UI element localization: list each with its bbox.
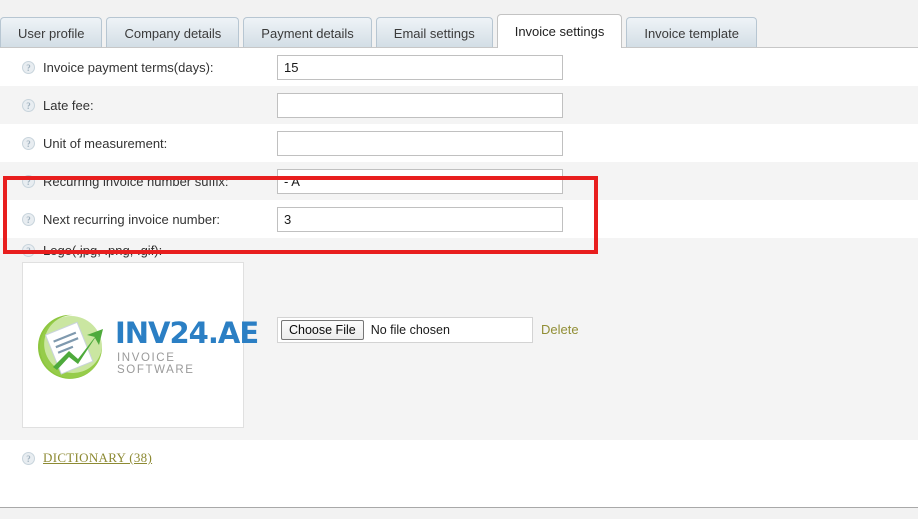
form-label: Recurring invoice number suffix: (43, 173, 229, 189)
form-row-next-recurring-number: ? Next recurring invoice number: (0, 200, 918, 238)
invoice-payment-terms-input[interactable] (277, 55, 563, 80)
form-row-recurring-suffix: ? Recurring invoice number suffix: (0, 162, 918, 200)
delete-logo-link[interactable]: Delete (541, 322, 579, 337)
form-label: Late fee: (43, 97, 94, 113)
logo-preview-box: INV24.AE INVOICE SOFTWARE (22, 262, 259, 428)
help-icon[interactable]: ? (22, 136, 35, 150)
choose-file-button[interactable]: Choose File (281, 320, 364, 340)
help-icon[interactable]: ? (22, 174, 35, 188)
logo-wordmark: INV24.AE (115, 316, 259, 350)
inv24-logo-icon: INV24.AE INVOICE SOFTWARE (33, 307, 259, 385)
logo-label: Logo(.jpg, .png, .gif): (43, 242, 163, 258)
form-row-late-fee: ? Late fee: (0, 86, 918, 124)
tab-label: Payment details (261, 26, 354, 41)
tab-user-profile[interactable]: User profile (0, 17, 103, 48)
tab-bar: User profile Company details Payment det… (0, 14, 918, 49)
dictionary-link[interactable]: DICTIONARY (38) (43, 450, 152, 466)
tab-label: Company details (124, 26, 222, 41)
logo-file-upload[interactable]: Choose File No file chosen (277, 317, 533, 343)
next-recurring-invoice-number-input[interactable] (277, 207, 563, 232)
form-label: Next recurring invoice number: (43, 211, 221, 227)
form-row-payment-terms: ? Invoice payment terms(days): (0, 48, 918, 86)
tab-label: Email settings (393, 26, 475, 41)
logo-label-row: ? Logo(.jpg, .png, .gif): (0, 238, 918, 262)
form-label: Invoice payment terms(days): (43, 59, 214, 75)
settings-page: User profile Company details Payment det… (0, 0, 918, 519)
logo-section: ? Logo(.jpg, .png, .gif): INV24.AE INVOI… (0, 238, 918, 440)
tab-payment-details[interactable]: Payment details (243, 17, 372, 48)
tab-label: User profile (18, 26, 85, 41)
help-icon[interactable]: ? (22, 212, 35, 226)
logo-body: INV24.AE INVOICE SOFTWARE Choose File No… (0, 262, 918, 432)
dictionary-row: ? DICTIONARY (38) (0, 440, 918, 476)
help-icon[interactable]: ? (22, 98, 35, 112)
recurring-invoice-suffix-input[interactable] (277, 169, 563, 194)
tab-label: Invoice settings (514, 24, 605, 39)
invoice-settings-panel: ? Invoice payment terms(days): ? Late fe… (0, 47, 918, 508)
tab-invoice-template[interactable]: Invoice template (626, 17, 757, 48)
no-file-chosen-text: No file chosen (370, 323, 450, 337)
help-icon[interactable]: ? (22, 243, 35, 257)
tab-company-details[interactable]: Company details (106, 17, 240, 48)
logo-tagline: INVOICE SOFTWARE (117, 352, 195, 376)
tab-invoice-settings[interactable]: Invoice settings (496, 14, 623, 49)
help-icon[interactable]: ? (22, 60, 35, 74)
late-fee-input[interactable] (277, 93, 563, 118)
tab-email-settings[interactable]: Email settings (375, 17, 493, 48)
help-icon[interactable]: ? (22, 451, 35, 465)
form-label: Unit of measurement: (43, 135, 168, 151)
unit-of-measurement-input[interactable] (277, 131, 563, 156)
form-row-unit-of-measurement: ? Unit of measurement: (0, 124, 918, 162)
tab-label: Invoice template (644, 26, 739, 41)
